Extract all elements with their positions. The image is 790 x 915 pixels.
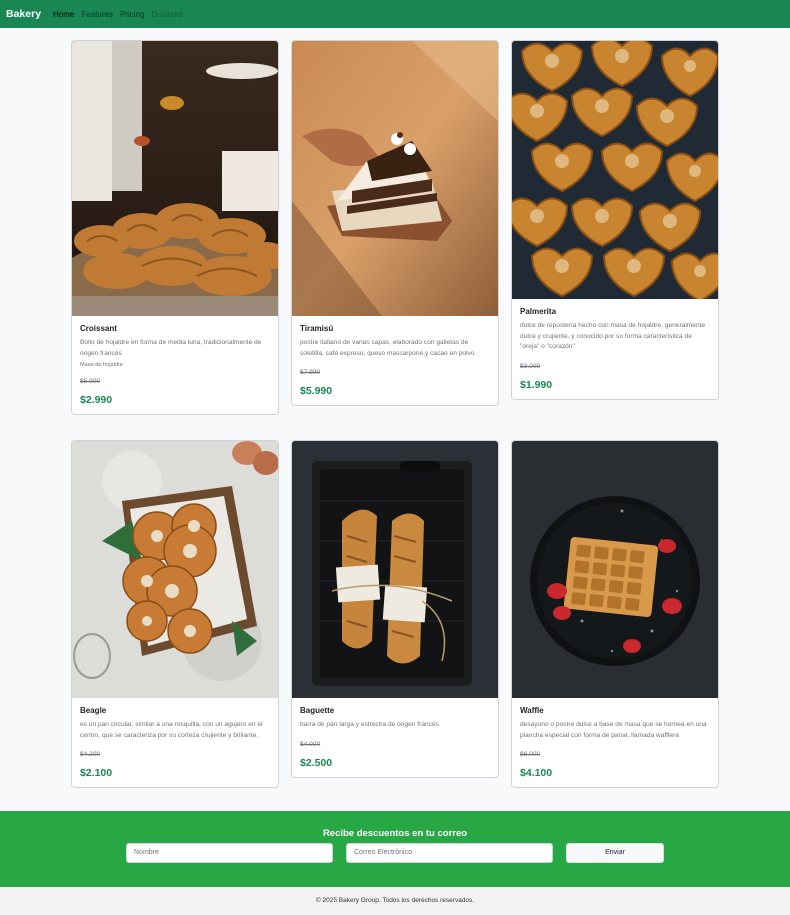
- product-description: postre italiano de varias capas, elabora…: [300, 339, 475, 357]
- product-description: Bollo de hojaldre en forma de media luna…: [80, 339, 262, 357]
- product-title: Beagle: [80, 706, 107, 715]
- newsletter-section: Recibe descuentos en tu correo Nombre Co…: [0, 811, 790, 887]
- baguette-image: [292, 441, 498, 698]
- product-title: Baguette: [300, 706, 335, 715]
- product-card-beagle: Beagle es un pan circular, similar a una…: [71, 440, 279, 788]
- waffle-image: [512, 441, 718, 698]
- copyright-text: © 2025 Bakery Group. Todos los derechos …: [315, 897, 475, 904]
- brand-logo[interactable]: Bakery: [6, 8, 41, 20]
- product-title: Tiramisú: [300, 324, 334, 333]
- newsletter-title: Recibe descuentos en tu correo: [322, 828, 468, 839]
- nav-disabled: Disabled: [151, 9, 183, 19]
- product-description: dulce de repostería hecho con masa de ho…: [520, 322, 706, 350]
- footer: © 2025 Bakery Group. Todos los derechos …: [0, 887, 790, 915]
- product-note: Masa de hojaldre: [80, 362, 123, 368]
- nav-home[interactable]: Home: [53, 10, 74, 19]
- bagel-image: [72, 441, 278, 698]
- price: $1.990: [520, 378, 553, 391]
- product-title: Palmerita: [520, 307, 557, 316]
- product-description: es un pan circular, similar a una rosqui…: [80, 721, 263, 739]
- navbar: Bakery Home Features Pricing Disabled: [0, 0, 790, 28]
- nav-features[interactable]: Features: [81, 10, 113, 19]
- price: $2.500: [300, 756, 333, 769]
- price: $2.990: [80, 394, 113, 406]
- old-price: $7.990: [300, 369, 321, 376]
- old-price: $4.000: [300, 740, 321, 748]
- product-title: Croissant: [80, 324, 117, 333]
- product-description: barra de pan larga y estrecha de origen …: [300, 721, 439, 728]
- nav-pricing[interactable]: Pricing: [120, 10, 144, 19]
- old-price: $6.000: [520, 751, 541, 758]
- product-card-croissant: Croissant Bollo de hojaldre en forma de …: [71, 40, 279, 415]
- product-title: Waffle: [520, 706, 544, 715]
- price: $2.100: [80, 767, 113, 779]
- price: $5.990: [300, 385, 333, 397]
- old-price: $5.990: [80, 378, 101, 385]
- product-card-baguette: Baguette barra de pan larga y estrecha d…: [291, 440, 499, 778]
- product-card-waffle: Waffle desayuno o postre dulce a base de…: [511, 440, 719, 788]
- price: $4.100: [520, 767, 553, 779]
- tiramisu-image: [292, 41, 498, 316]
- name-input[interactable]: Nombre: [126, 843, 333, 863]
- old-price: $4.200: [80, 751, 101, 758]
- old-price: $3.000: [520, 362, 541, 370]
- palmerita-image: [512, 41, 718, 299]
- croissant-image: [72, 41, 278, 316]
- submit-button[interactable]: Enviar: [566, 843, 664, 863]
- product-description: desayuno o postre dulce a base de masa q…: [520, 721, 707, 739]
- product-card-tiramisu: Tiramisú postre italiano de varias capas…: [291, 40, 499, 406]
- product-card-palmerita: Palmerita dulce de repostería hecho con …: [511, 40, 719, 400]
- email-input[interactable]: Correo Electrónico: [346, 843, 553, 863]
